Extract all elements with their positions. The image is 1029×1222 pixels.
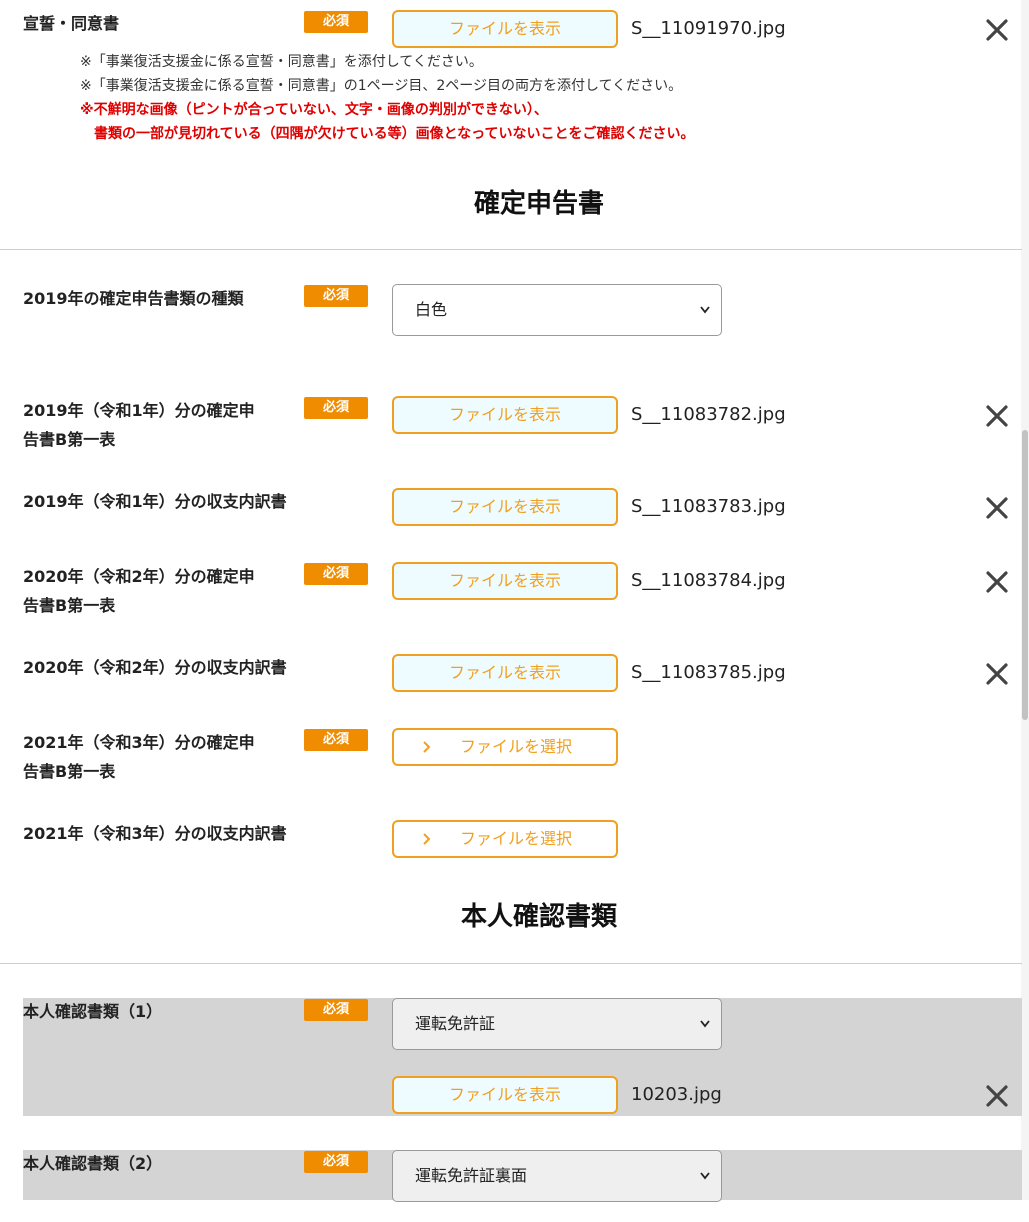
scrollbar-thumb[interactable] bbox=[1022, 430, 1028, 720]
tax-row-1-label: 2019年（令和1年）分の確定申 告書B第一表 bbox=[23, 396, 255, 454]
chevron-right-icon bbox=[422, 730, 432, 776]
id-doc-2-selected-value: 運転免許証裏面 bbox=[415, 1166, 528, 1185]
chevron-down-icon bbox=[699, 999, 711, 1070]
oath-label: 宣誓・同意書 bbox=[23, 14, 120, 33]
tax-row-1-label-line-2: 告書B第一表 bbox=[23, 430, 116, 449]
tax-section-title: 確定申告書 bbox=[473, 189, 604, 219]
required-badge: 必須 bbox=[304, 397, 368, 419]
required-badge: 必須 bbox=[304, 1151, 368, 1173]
tax-row-1-view-file-button[interactable]: ファイルを表示 bbox=[392, 396, 618, 434]
id-doc-2-select[interactable]: 運転免許証裏面 bbox=[392, 1150, 722, 1202]
id-doc-1-select[interactable]: 運転免許証 bbox=[392, 998, 722, 1050]
id-doc-1-label: 本人確認書類（1） bbox=[23, 1002, 163, 1021]
oath-warning-1: ※不鮮明な画像（ピントが合っていない、文字・画像の判別ができない）、 bbox=[80, 102, 548, 118]
required-badge: 必須 bbox=[304, 11, 368, 33]
close-icon[interactable] bbox=[983, 660, 1011, 688]
tax-row-3-view-file-button[interactable]: ファイルを表示 bbox=[392, 562, 618, 600]
tax-row-4-label: 2020年（令和2年）分の収支内訳書 bbox=[23, 658, 287, 677]
tax-row-6-label: 2021年（令和3年）分の収支内訳書 bbox=[23, 824, 287, 843]
chevron-right-icon bbox=[422, 822, 432, 868]
oath-view-file-button[interactable]: ファイルを表示 bbox=[392, 10, 618, 48]
tax-row-2-filename: S__11083783.jpg bbox=[631, 496, 786, 517]
tax-row-6-select-file-label: ファイルを選択 bbox=[459, 829, 572, 848]
tax-row-1-filename: S__11083782.jpg bbox=[631, 404, 786, 425]
tax-row-6-select-file-button[interactable]: ファイルを選択 bbox=[392, 820, 618, 858]
close-icon[interactable] bbox=[983, 1082, 1011, 1110]
oath-warning-2: 書類の一部が見切れている（四隅が欠けている等）画像となっていないことをご確認くだ… bbox=[80, 126, 695, 142]
close-icon[interactable] bbox=[983, 568, 1011, 596]
tax-row-4-view-file-button[interactable]: ファイルを表示 bbox=[392, 654, 618, 692]
required-badge: 必須 bbox=[304, 729, 368, 751]
tax-row-5-label-line-2: 告書B第一表 bbox=[23, 762, 116, 781]
oath-note-1: ※「事業復活支援金に係る宣誓・同意書」を添付してください。 bbox=[80, 54, 483, 70]
tax-type-label: 2019年の確定申告書類の種類 bbox=[23, 289, 244, 308]
required-badge: 必須 bbox=[304, 563, 368, 585]
section-divider bbox=[0, 249, 1022, 250]
tax-type-selected-value: 白色 bbox=[415, 300, 448, 319]
id-doc-1-filename: 10203.jpg bbox=[631, 1084, 722, 1105]
tax-row-5-select-file-button[interactable]: ファイルを選択 bbox=[392, 728, 618, 766]
tax-row-2-label: 2019年（令和1年）分の収支内訳書 bbox=[23, 492, 287, 511]
tax-row-4-filename: S__11083785.jpg bbox=[631, 662, 786, 683]
tax-row-5-label-line-1: 2021年（令和3年）分の確定申 bbox=[23, 733, 255, 752]
id-doc-1-selected-value: 運転免許証 bbox=[415, 1014, 496, 1033]
tax-row-2-view-file-button[interactable]: ファイルを表示 bbox=[392, 488, 618, 526]
chevron-down-icon bbox=[699, 1151, 711, 1222]
tax-type-select[interactable]: 白色 bbox=[392, 284, 722, 336]
close-icon[interactable] bbox=[983, 494, 1011, 522]
tax-row-5-label: 2021年（令和3年）分の確定申 告書B第一表 bbox=[23, 728, 255, 786]
chevron-down-icon bbox=[699, 285, 711, 356]
section-divider bbox=[0, 963, 1022, 964]
id-doc-1-view-file-button[interactable]: ファイルを表示 bbox=[392, 1076, 618, 1114]
oath-note-2: ※「事業復活支援金に係る宣誓・同意書」の1ページ目、2ページ目の両方を添付してく… bbox=[80, 78, 683, 94]
tax-row-1-label-line-1: 2019年（令和1年）分の確定申 bbox=[23, 401, 255, 420]
tax-row-5-select-file-label: ファイルを選択 bbox=[459, 737, 572, 756]
oath-filename: S__11091970.jpg bbox=[631, 18, 786, 39]
required-badge: 必須 bbox=[304, 999, 368, 1021]
close-icon[interactable] bbox=[983, 402, 1011, 430]
tax-row-3-label-line-2: 告書B第一表 bbox=[23, 596, 116, 615]
tax-row-3-label-line-1: 2020年（令和2年）分の確定申 bbox=[23, 567, 255, 586]
close-icon[interactable] bbox=[983, 16, 1011, 44]
required-badge: 必須 bbox=[304, 285, 368, 307]
id-doc-2-label: 本人確認書類（2） bbox=[23, 1154, 163, 1173]
tax-row-3-label: 2020年（令和2年）分の確定申 告書B第一表 bbox=[23, 562, 255, 620]
tax-row-3-filename: S__11083784.jpg bbox=[631, 570, 786, 591]
id-section-title: 本人確認書類 bbox=[460, 902, 617, 932]
